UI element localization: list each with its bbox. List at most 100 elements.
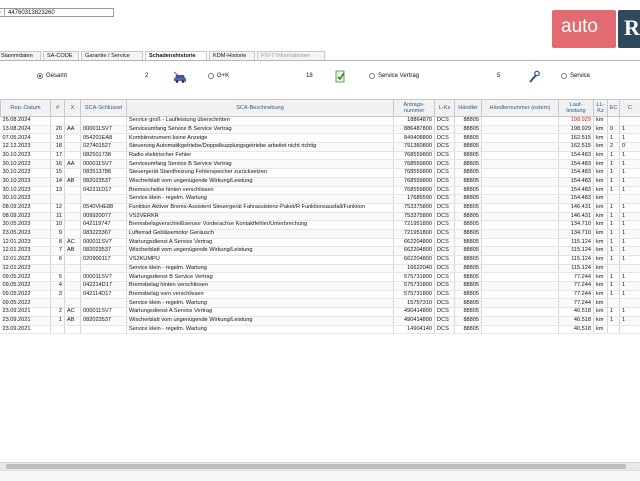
table-cell: 7	[51, 247, 65, 256]
tab-sa-code[interactable]: SA-CODE	[43, 51, 79, 60]
scrollbar-thumb[interactable]	[6, 464, 626, 469]
table-cell: 198.929	[559, 117, 594, 126]
table-row[interactable]: 07.05.202419054201EA8Kombiinstrument kei…	[1, 134, 640, 143]
table-row[interactable]: 30.10.202316AA000011SV7Serviceumfang Ser…	[1, 160, 640, 169]
table-row[interactable]: 30.10.2023Service klein - regelm. Wartun…	[1, 195, 640, 204]
logo-ria-box: R	[618, 10, 640, 48]
table-cell: 30.05.2023	[1, 221, 51, 230]
table-row[interactable]: 23.05.20239083223367Lüfterrad Gebläsemot…	[1, 229, 640, 238]
table-row[interactable]: 08.09.2023120540VHE88Funktion Aktiver Br…	[1, 203, 640, 212]
table-cell: 30.10.2023	[1, 160, 51, 169]
table-row[interactable]: 26.08.2024Service groß - Laufleistung üb…	[1, 117, 640, 126]
table-row[interactable]: 12.01.2023Service klein - regelm. Wartun…	[1, 264, 640, 273]
table-cell	[81, 299, 127, 308]
table-cell: Radio elektrischer Fehler	[127, 151, 394, 160]
table-row[interactable]: 09.05.20224042214D17Bremsbelag hinten ve…	[1, 282, 640, 291]
column-header-rep-datum[interactable]: Rep.-Datum	[1, 100, 51, 117]
filter-gesamt-label: Gesamt	[46, 73, 67, 79]
table-row[interactable]: 30.10.202317082501738Radio elektrischer …	[1, 151, 640, 160]
table-cell: 4	[51, 282, 65, 291]
table-row[interactable]: 12.12.202318027401527Steuerung Automatik…	[1, 143, 640, 152]
table-cell: km	[594, 299, 608, 308]
horizontal-scrollbar[interactable]	[0, 462, 640, 470]
table-cell: 88805	[455, 151, 482, 160]
table-row[interactable]: 09.05.2022Service klein - regelm. Wartun…	[1, 299, 640, 308]
table-cell: DCS	[435, 273, 455, 282]
table-cell: 198.929	[559, 125, 594, 134]
table-cell	[65, 273, 81, 282]
table-row[interactable]: 13.08.202420AA000011SV7Serviceumfang Ser…	[1, 125, 640, 134]
table-cell: 154.483	[559, 169, 594, 178]
filter-gesamt-radio[interactable]	[37, 73, 43, 79]
column-header-laufleistung[interactable]: Lauf-leistung	[559, 100, 594, 117]
table-row[interactable]: 12.01.20238AC000011SV7Wartungsdienst A S…	[1, 238, 640, 247]
table-cell: 16	[51, 160, 65, 169]
table-row[interactable]: 12.01.20237AB082023537Wischerblatt vom u…	[1, 247, 640, 256]
tab-fiv7-informationen[interactable]: FIV-7 Informationen	[257, 51, 325, 60]
table-row[interactable]: 12.01.20236020900117VS2KUMPU662204800DCS…	[1, 256, 640, 265]
table-cell	[482, 195, 559, 204]
table-row[interactable]: 09.05.20225000011SV7Wartungsdienst B Ser…	[1, 273, 640, 282]
table-row[interactable]: 30.05.202310042119747Bremsbelagverschlei…	[1, 221, 640, 230]
table-cell	[482, 229, 559, 238]
table-cell: DCS	[435, 238, 455, 247]
filter-gk-radio[interactable]	[208, 73, 214, 79]
tab-kdm-historie[interactable]: KDM-Historie	[209, 51, 255, 60]
table-cell: 134.710	[559, 229, 594, 238]
table-cell: 1	[620, 151, 640, 160]
table-cell	[482, 316, 559, 325]
column-header-sca-schluessel[interactable]: SCA-Schlüssel	[81, 100, 127, 117]
table-cell: 162.515	[559, 143, 594, 152]
table-cell	[482, 212, 559, 221]
table-cell: 88805	[455, 229, 482, 238]
column-header-haendlernummer[interactable]: Händlernummer (extern)	[482, 100, 559, 117]
auto-ria-logo: auto R	[552, 10, 640, 48]
table-cell	[482, 247, 559, 256]
table-cell: Service groß - Laufleistung überschritte…	[127, 117, 394, 126]
table-cell: 5	[51, 273, 65, 282]
table-cell: Serviceumfang Service B Service Vertrag	[127, 125, 394, 134]
tab-garantie-service[interactable]: Garantie / Service	[81, 51, 143, 60]
column-header-sca-beschreibung[interactable]: SCA-Beschreibung	[127, 100, 394, 117]
column-header-haendler[interactable]: Händler	[455, 100, 482, 117]
table-row[interactable]: 30.10.202314AB082023537Wischerblatt vom …	[1, 177, 640, 186]
table-cell	[65, 256, 81, 265]
table-cell: Service klein - regelm. Wartung	[127, 264, 394, 273]
table-row[interactable]: 08.09.202311009920077VS2VERKR753375800DC…	[1, 212, 640, 221]
table-cell: km	[594, 169, 608, 178]
table-cell: 020900117	[81, 256, 127, 265]
tab-stammdaten[interactable]: Stammdaten	[0, 51, 41, 60]
column-header-x[interactable]: X	[65, 100, 81, 117]
column-header-ec[interactable]: EC	[608, 100, 620, 117]
table-cell: 88805	[455, 221, 482, 230]
table-row[interactable]: 09.05.20223042114D17Bremsbelag vorn vers…	[1, 290, 640, 299]
tab-schadenshistorie[interactable]: Schadenshistorie	[145, 51, 207, 60]
table-cell: 083513788	[81, 169, 127, 178]
table-cell: Wischerblatt vom ungenügende Wirkung/Lei…	[127, 177, 394, 186]
table-cell: km	[594, 256, 608, 265]
column-header-number[interactable]: #	[51, 100, 65, 117]
table-cell: 77.244	[559, 282, 594, 291]
tab-bar: Stammdaten SA-CODE Garantie / Service Sc…	[0, 51, 640, 61]
table-cell: 082023537	[81, 177, 127, 186]
table-cell: 1	[620, 247, 640, 256]
table-row[interactable]: 23.09.20211AB082023537Wischerblatt vom u…	[1, 316, 640, 325]
column-header-antragsnummer[interactable]: Antrags-nummer	[394, 100, 435, 117]
column-header-c[interactable]: C	[620, 100, 640, 117]
table-row[interactable]: 30.10.202313042211D17Bremsscheibe hinten…	[1, 186, 640, 195]
table-row[interactable]: 23.09.2021Service klein - regelm. Wartun…	[1, 325, 640, 334]
table-row[interactable]: 30.10.202315083513788Steuergerät Standhe…	[1, 169, 640, 178]
vin-select[interactable]: ▾ 44760313823260	[0, 8, 114, 17]
table-cell	[482, 203, 559, 212]
table-cell: 88805	[455, 238, 482, 247]
column-header-l-kz[interactable]: L-Kz	[435, 100, 455, 117]
table-row[interactable]: 23.09.20212AC000011SV7Wartungsdienst A S…	[1, 308, 640, 317]
table-cell	[620, 264, 640, 273]
filter-gk-count: 2	[145, 73, 148, 79]
filter-service-radio[interactable]	[561, 73, 567, 79]
column-header-ll-kz[interactable]: LL-Kz	[594, 100, 608, 117]
table-cell: DCS	[435, 186, 455, 195]
table-cell: 40.518	[559, 325, 594, 334]
table-cell: 1	[620, 221, 640, 230]
filter-service-vertrag-radio[interactable]	[369, 73, 375, 79]
